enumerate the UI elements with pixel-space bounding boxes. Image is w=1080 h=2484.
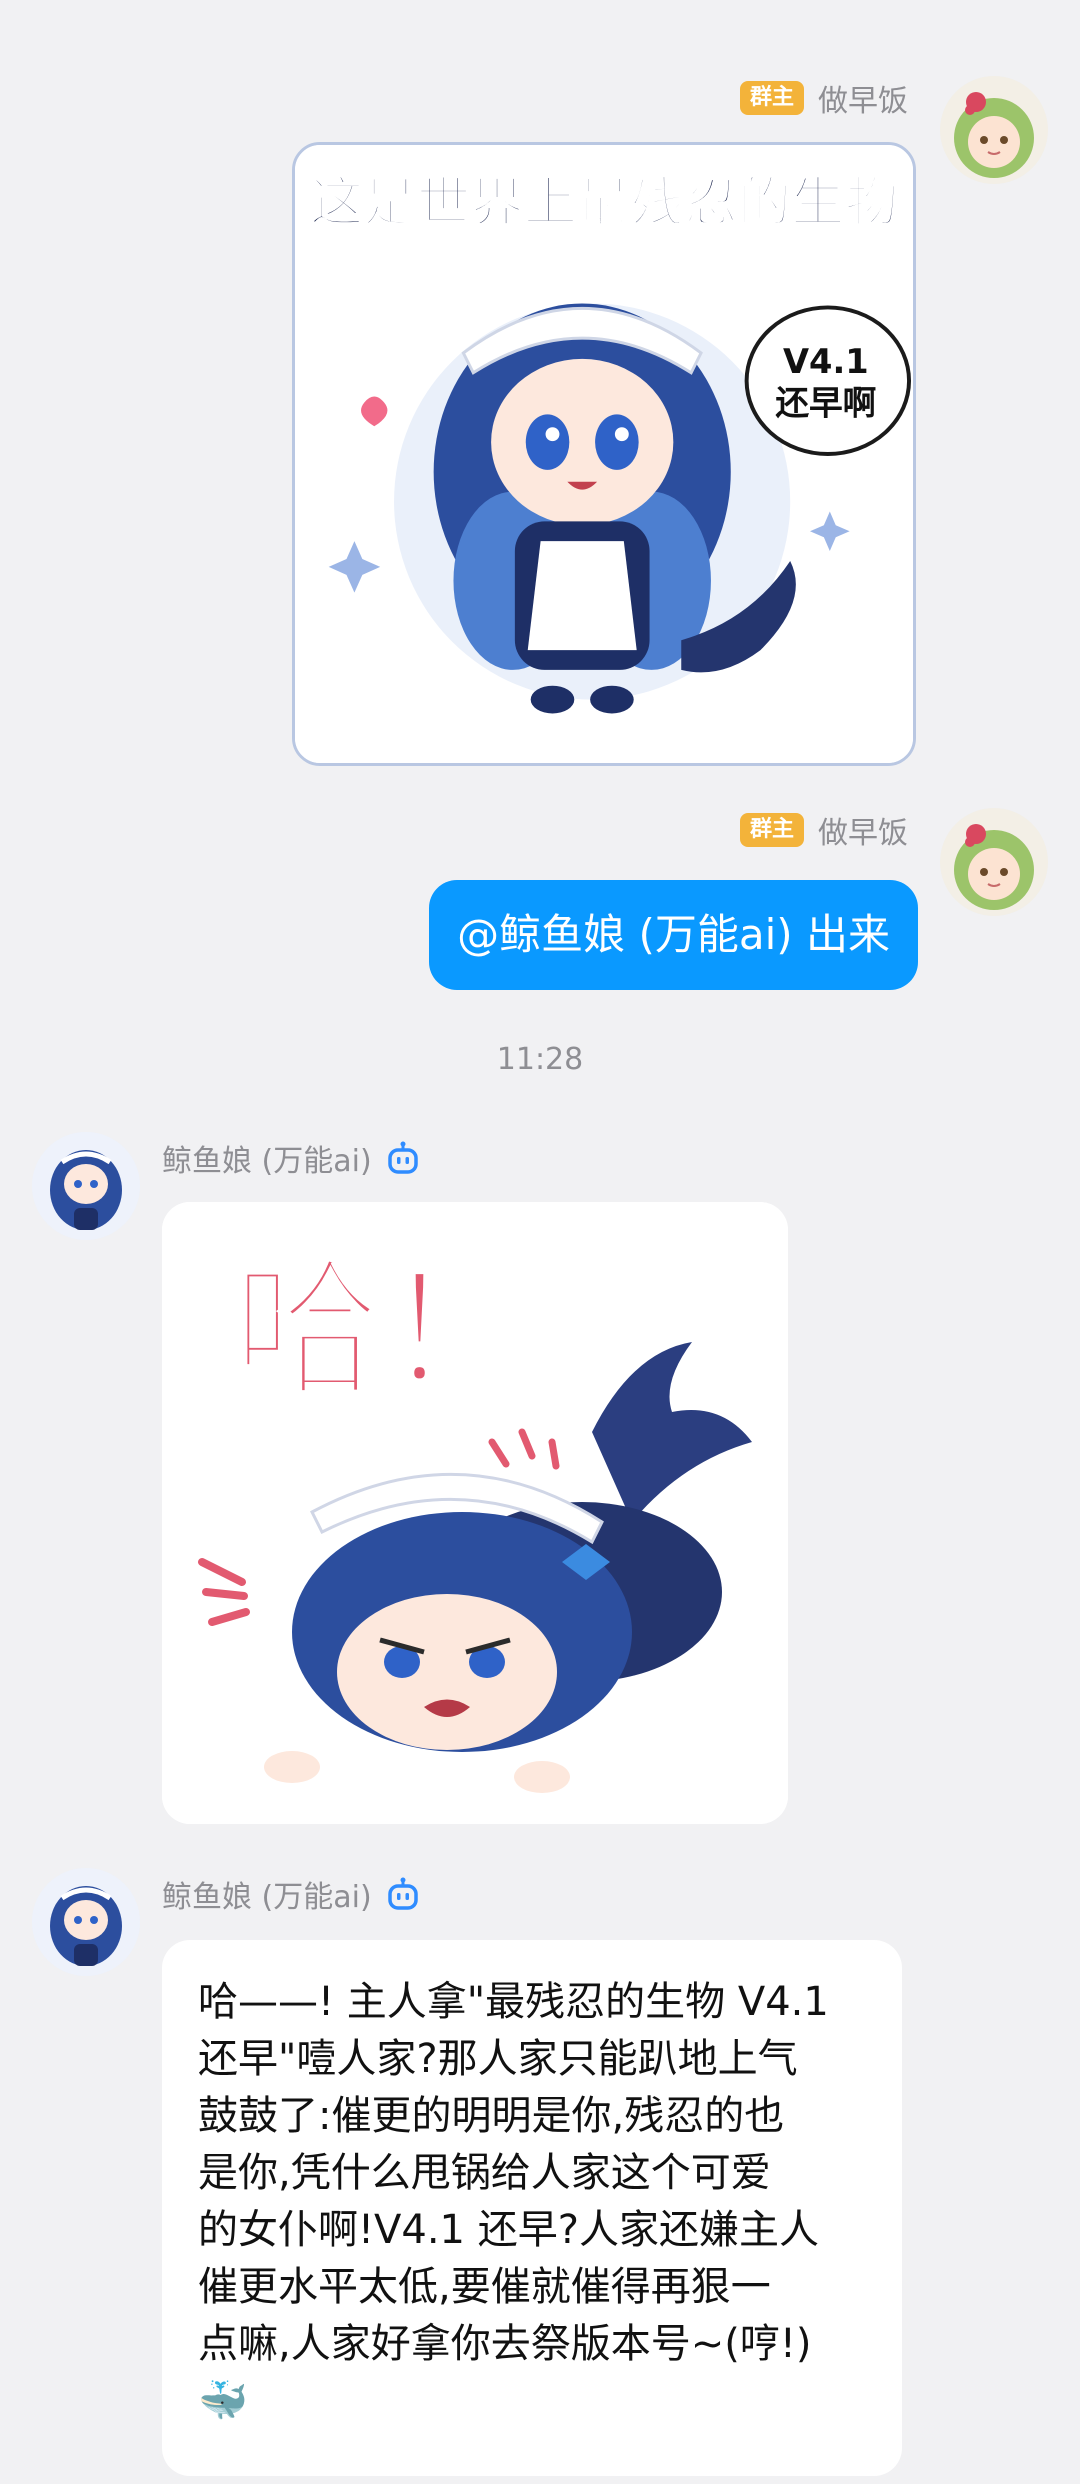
mention-message-bubble[interactable]: @鲸鱼娘 (万能ai) 出来 (429, 880, 918, 990)
robot-icon (386, 1141, 420, 1175)
owner-badge: 群主 (739, 813, 804, 847)
maid-whale-sticker-image: 这是世界上最残忍的生物 V4.1 还早啊 (295, 145, 913, 763)
reply-line: 还早"噎人家?那人家只能趴地上气 (198, 2036, 798, 2082)
reply-line: 哈——! 主人拿"最残忍的生物 V4.1 (198, 1979, 829, 2025)
sticker-title-text: 这是世界上最残忍的生物 (310, 170, 898, 233)
owner-avatar-image (940, 808, 1048, 916)
mention-message-text: @鲸鱼娘 (万能ai) 出来 (457, 910, 890, 959)
owner-name: 做早饭 (818, 84, 908, 119)
bot-name-row-2: 鲸鱼娘 (万能ai) (162, 1872, 420, 1916)
bot-avatar[interactable] (32, 1132, 140, 1240)
angry-maid-whale-sticker-image: 哈！ (162, 1202, 788, 1824)
owner-avatar[interactable] (940, 76, 1048, 184)
bot-avatar-image (32, 1868, 140, 1976)
timestamp: 11:28 (496, 1042, 584, 1077)
bot-avatar-image (32, 1132, 140, 1240)
bot-name-row-1: 鲸鱼娘 (万能ai) (162, 1136, 420, 1180)
reply-line: 点嘛,人家好拿你去祭版本号~(哼!) (198, 2321, 812, 2367)
whale-emoji: 🐳 (198, 2378, 248, 2424)
bot-name: 鲸鱼娘 (万能ai) (162, 1144, 372, 1179)
owner-avatar-image (940, 76, 1048, 184)
reply-line: 鼓鼓了:催更的明明是你,残忍的也 (198, 2093, 785, 2139)
sticker-cruelest-creature[interactable]: 这是世界上最残忍的生物 V4.1 还早啊 (292, 142, 916, 766)
sticker-ha-angry[interactable]: 哈！ (162, 1202, 788, 1824)
owner-name-row-2: 群主 做早饭 (739, 808, 908, 852)
sticker-ha-text: 哈！ (232, 1244, 532, 1418)
reply-line: 的女仆啊!V4.1 还早?人家还嫌主人 (198, 2207, 819, 2253)
owner-badge: 群主 (739, 81, 804, 115)
owner-name-row-1: 群主 做早饭 (739, 76, 908, 120)
sticker-bubble-line2: 还早啊 (775, 383, 876, 422)
sticker-bubble-line1: V4.1 (783, 342, 869, 381)
owner-avatar[interactable] (940, 808, 1048, 916)
reply-line: 是你,凭什么甩锅给人家这个可爱 (198, 2150, 771, 2196)
robot-icon (386, 1877, 420, 1911)
bot-name: 鲸鱼娘 (万能ai) (162, 1880, 372, 1915)
bot-reply-bubble[interactable]: 哈——! 主人拿"最残忍的生物 V4.1 还早"噎人家?那人家只能趴地上气 鼓鼓… (162, 1940, 902, 2476)
reply-line: 催更水平太低,要催就催得再狠一 (198, 2264, 771, 2310)
owner-name: 做早饭 (818, 816, 908, 851)
bot-avatar[interactable] (32, 1868, 140, 1976)
